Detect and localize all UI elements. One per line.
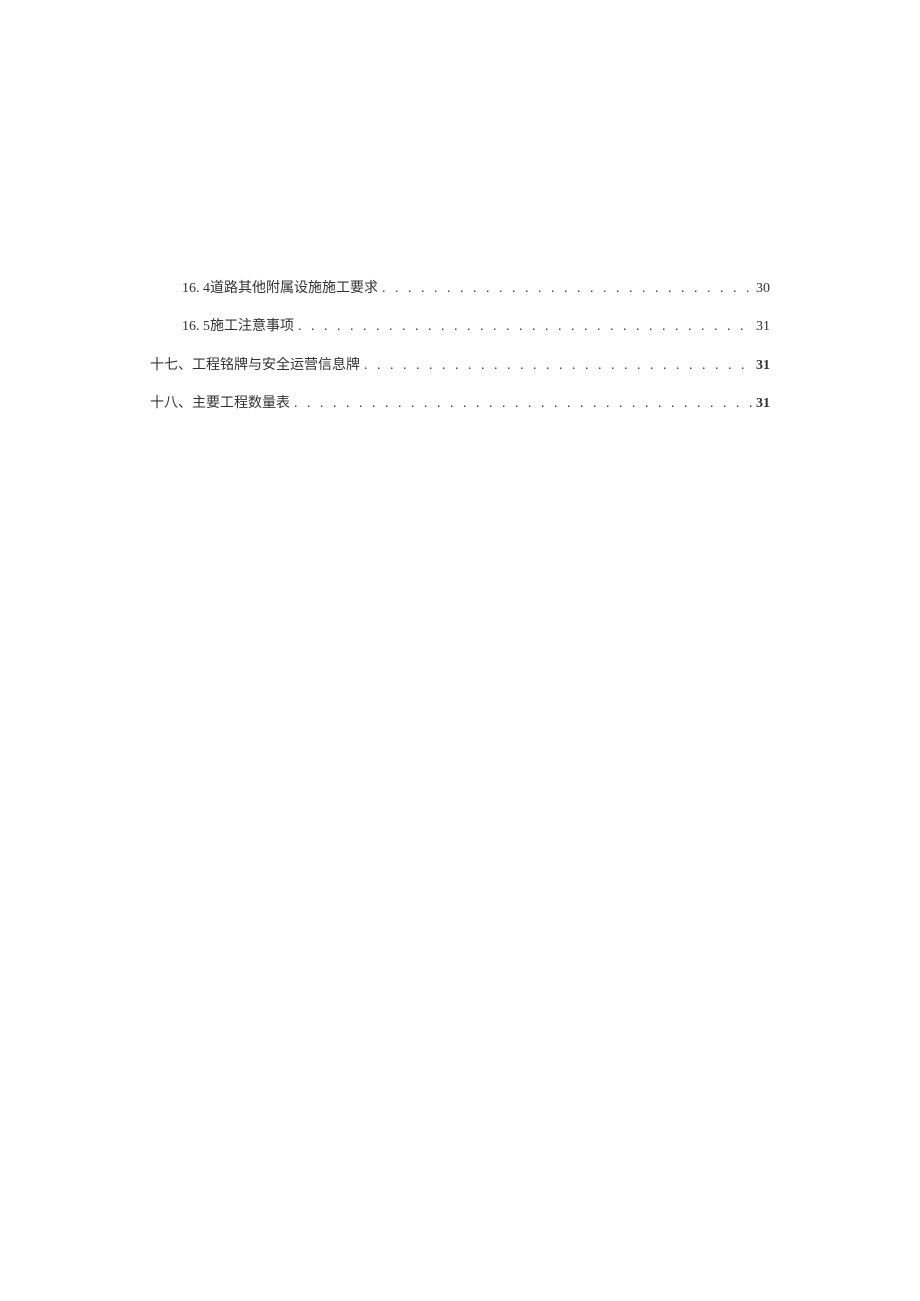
toc-dots: . . . . . . . . . . . . . . . . . . . . … (298, 316, 752, 338)
toc-container: 16. 4道路其他附属设施施工要求 . . . . . . . . . . . … (150, 278, 770, 432)
toc-label: 16. 5施工注意事项 (182, 316, 294, 338)
toc-dots: . . . . . . . . . . . . . . . . . . . . … (382, 278, 752, 300)
toc-page: 31 (756, 393, 770, 415)
toc-entry: 十八、主要工程数量表 . . . . . . . . . . . . . . .… (150, 393, 770, 415)
toc-entry: 十七、工程铭牌与安全运营信息牌 . . . . . . . . . . . . … (150, 355, 770, 377)
toc-page: 30 (756, 278, 770, 300)
toc-page: 31 (756, 355, 770, 377)
toc-entry: 16. 4道路其他附属设施施工要求 . . . . . . . . . . . … (150, 278, 770, 300)
toc-label: 十八、主要工程数量表 (150, 393, 290, 415)
toc-entry: 16. 5施工注意事项 . . . . . . . . . . . . . . … (150, 316, 770, 338)
toc-label: 十七、工程铭牌与安全运营信息牌 (150, 355, 360, 377)
toc-label: 16. 4道路其他附属设施施工要求 (182, 278, 378, 300)
toc-dots: . . . . . . . . . . . . . . . . . . . . … (364, 355, 752, 377)
toc-page: 31 (756, 316, 770, 338)
toc-dots: . . . . . . . . . . . . . . . . . . . . … (294, 393, 752, 415)
